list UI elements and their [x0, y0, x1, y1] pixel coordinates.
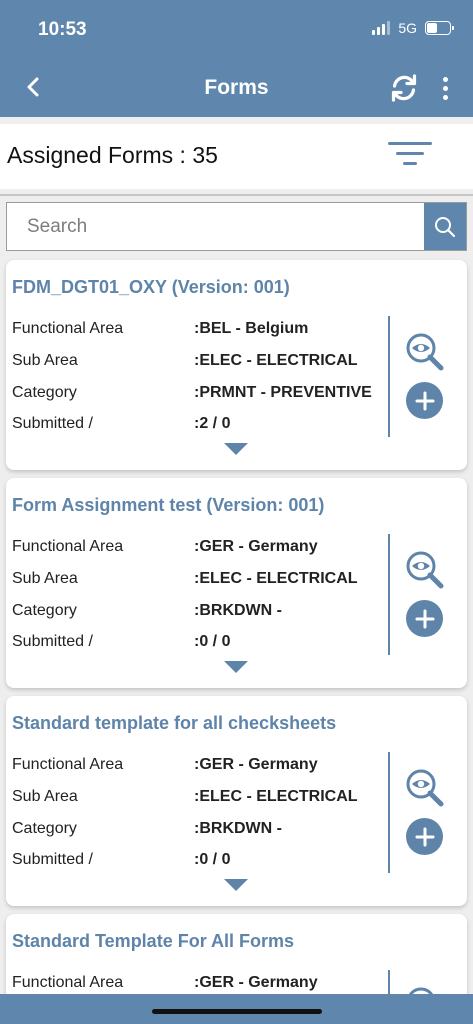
sub-area-row: Sub Area :ELEC - ELECTRICAL [12, 352, 382, 376]
signal-icon [372, 21, 391, 35]
divider [388, 534, 390, 655]
functional-area-label: Functional Area [12, 538, 124, 555]
search-input[interactable] [6, 202, 424, 251]
status-indicators: 5G [372, 20, 454, 36]
functional-area-row: Functional Area :GER - Germany [12, 538, 382, 562]
expand-caret-icon[interactable] [224, 443, 248, 455]
more-options-button[interactable] [438, 72, 452, 104]
add-form-button[interactable] [406, 600, 443, 637]
view-form-button[interactable] [405, 550, 445, 590]
submitted-row: Submitted / :2 / 0 [12, 415, 382, 439]
form-title[interactable]: Form Assignment test (Version: 001) [12, 495, 324, 516]
category-label: Category [12, 384, 77, 401]
more-vertical-icon [442, 76, 448, 82]
view-icon [406, 769, 444, 807]
functional-area-value: :BEL - Belgium [194, 320, 309, 337]
view-icon [406, 333, 444, 371]
submitted-value: :2 / 0 [194, 415, 231, 432]
sub-area-label: Sub Area [12, 788, 78, 805]
submitted-row: Submitted / :0 / 0 [12, 633, 382, 657]
assigned-forms-count: Assigned Forms : 35 [7, 142, 218, 168]
sub-area-row: Sub Area :ELEC - ELECTRICAL [12, 788, 382, 812]
form-card[interactable]: Form Assignment test (Version: 001) Func… [6, 478, 467, 688]
search-button[interactable] [424, 202, 467, 251]
sub-area-label: Sub Area [12, 570, 78, 587]
sub-area-row: Sub Area :ELEC - ELECTRICAL [12, 570, 382, 594]
submitted-value: :0 / 0 [194, 851, 231, 868]
functional-area-label: Functional Area [12, 320, 124, 337]
expand-caret-icon[interactable] [224, 661, 248, 673]
search-bar [6, 202, 467, 251]
form-title[interactable]: Standard template for all checksheets [12, 713, 336, 734]
functional-area-row: Functional Area :GER - Germany [12, 756, 382, 780]
form-title[interactable]: Standard Template For All Forms [12, 931, 294, 952]
divider [0, 194, 473, 196]
category-value: :BRKDWN - [194, 602, 282, 619]
home-indicator[interactable] [152, 1009, 322, 1014]
search-icon [435, 216, 456, 237]
category-label: Category [12, 602, 77, 619]
divider [388, 316, 390, 437]
submitted-label: Submitted / [12, 851, 93, 868]
plus-icon [415, 827, 434, 846]
submitted-label: Submitted / [12, 633, 93, 650]
functional-area-value: :GER - Germany [194, 756, 318, 773]
category-value: :BRKDWN - [194, 820, 282, 837]
status-time: 10:53 [38, 19, 87, 40]
sub-area-value: :ELEC - ELECTRICAL [194, 788, 358, 805]
category-row: Category :BRKDWN - [12, 602, 382, 626]
expand-caret-icon[interactable] [224, 879, 248, 891]
form-card[interactable]: Standard template for all checksheets Fu… [6, 696, 467, 906]
filter-icon [388, 142, 432, 165]
divider [388, 752, 390, 873]
battery-icon [425, 21, 454, 35]
plus-icon [415, 391, 434, 410]
submitted-label: Submitted / [12, 415, 93, 432]
form-title[interactable]: FDM_DGT01_OXY (Version: 001) [12, 277, 290, 298]
submitted-row: Submitted / :0 / 0 [12, 851, 382, 875]
chevron-left-icon [27, 77, 39, 97]
category-value: :PRMNT - PREVENTIVE [194, 384, 372, 401]
functional-area-label: Functional Area [12, 974, 124, 991]
form-card[interactable]: FDM_DGT01_OXY (Version: 001) Functional … [6, 260, 467, 470]
category-row: Category :BRKDWN - [12, 820, 382, 844]
network-type: 5G [398, 20, 417, 36]
functional-area-row: Functional Area :BEL - Belgium [12, 320, 382, 344]
app-header: 10:53 5G Forms [0, 0, 473, 117]
add-form-button[interactable] [406, 818, 443, 855]
view-icon [406, 551, 444, 589]
functional-area-value: :GER - Germany [194, 538, 318, 555]
view-form-button[interactable] [405, 768, 445, 808]
category-label: Category [12, 820, 77, 837]
refresh-button[interactable] [388, 72, 420, 104]
add-form-button[interactable] [406, 382, 443, 419]
page-title: Forms [204, 76, 269, 99]
sub-area-value: :ELEC - ELECTRICAL [194, 570, 358, 587]
category-row: Category :PRMNT - PREVENTIVE [12, 384, 382, 408]
sub-area-label: Sub Area [12, 352, 78, 369]
sub-area-value: :ELEC - ELECTRICAL [194, 352, 358, 369]
plus-icon [415, 609, 434, 628]
filter-button[interactable] [386, 140, 434, 168]
back-button[interactable] [22, 74, 44, 100]
submitted-value: :0 / 0 [194, 633, 231, 650]
functional-area-value: :GER - Germany [194, 974, 318, 991]
refresh-icon [391, 74, 417, 102]
functional-area-label: Functional Area [12, 756, 124, 773]
view-form-button[interactable] [405, 332, 445, 372]
